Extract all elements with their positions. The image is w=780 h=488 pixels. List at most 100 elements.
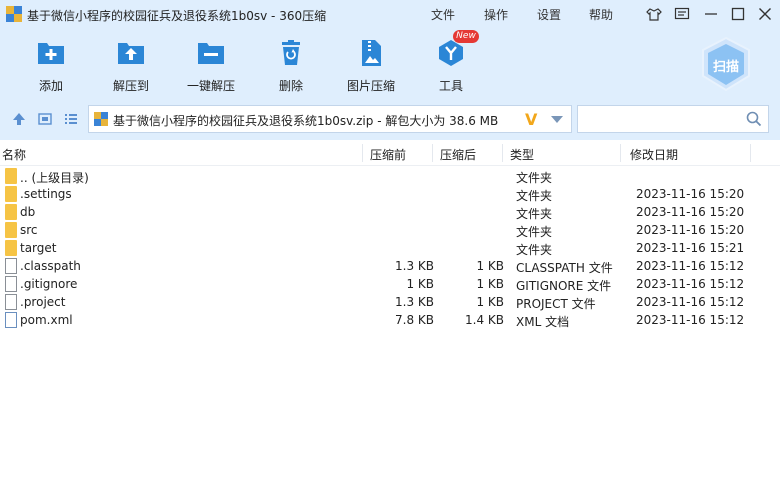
file-modified: 2023-11-16 15:12: [636, 259, 745, 273]
col-packed-size[interactable]: 压缩后: [440, 146, 476, 163]
minimize-icon[interactable]: [702, 5, 720, 23]
file-modified: 2023-11-16 15:21: [636, 241, 745, 255]
file-row[interactable]: .. (上级目录) 文件夹: [0, 167, 780, 185]
vip-v-icon[interactable]: V: [525, 110, 537, 129]
file-type: 文件夹: [516, 225, 553, 239]
file-packed-size: 1 KB: [476, 259, 504, 273]
one-click-extract-icon: [198, 43, 224, 64]
file-compressed-size: 1.3 KB: [395, 259, 434, 273]
file-modified: 2023-11-16 15:12: [636, 277, 745, 291]
app-logo-icon: [6, 6, 22, 22]
file-modified: 2023-11-16 15:20: [636, 223, 745, 237]
menu-help[interactable]: 帮助: [589, 6, 613, 23]
menu-operation[interactable]: 操作: [484, 6, 508, 23]
column-divider[interactable]: [502, 144, 503, 162]
file-type: CLASSPATH 文件: [516, 261, 613, 275]
extract-to-button[interactable]: 解压到: [96, 36, 166, 96]
folder-icon: [5, 204, 17, 220]
file-row[interactable]: src 文件夹 2023-11-16 15:20: [0, 221, 780, 239]
file-row[interactable]: .settings 文件夹 2023-11-16 15:20: [0, 185, 780, 203]
file-modified: 2023-11-16 15:20: [636, 187, 745, 201]
address-bar: 基于微信小程序的校园征兵及退役系统1b0sv.zip - 解包大小为 38.6 …: [0, 100, 780, 140]
close-icon[interactable]: [756, 5, 774, 23]
extract-to-label: 解压到: [112, 79, 149, 93]
file-row[interactable]: .project 1.3 KB 1 KB PROJECT 文件 2023-11-…: [0, 293, 780, 311]
file-name: target: [20, 241, 57, 255]
window-title: 基于微信小程序的校园征兵及退役系统1b0sv - 360压缩: [27, 9, 327, 23]
file-compressed-size: 1.3 KB: [395, 295, 434, 309]
col-type[interactable]: 类型: [510, 146, 534, 163]
one-click-extract-button[interactable]: 一键解压: [176, 36, 246, 96]
file-row[interactable]: pom.xml 7.8 KB 1.4 KB XML 文档 2023-11-16 …: [0, 311, 780, 329]
file-compressed-size: 1 KB: [406, 277, 434, 291]
add-label: 添加: [38, 79, 63, 93]
column-divider[interactable]: [362, 144, 363, 162]
zip-archive-icon: [94, 112, 108, 126]
file-row[interactable]: target 文件夹 2023-11-16 15:21: [0, 239, 780, 257]
file-name: .settings: [20, 187, 72, 201]
skin-icon[interactable]: [645, 5, 663, 23]
file-name: .gitignore: [20, 277, 78, 291]
file-name: .. (上级目录): [20, 171, 89, 185]
path-field[interactable]: 基于微信小程序的校园征兵及退役系统1b0sv.zip - 解包大小为 38.6 …: [88, 105, 572, 133]
path-dropdown-icon[interactable]: [551, 116, 563, 123]
folder-icon: [5, 168, 17, 184]
search-icon[interactable]: [746, 111, 762, 127]
tools-label: 工具: [438, 79, 463, 93]
image-compress-button[interactable]: 图片压缩: [336, 36, 406, 96]
file-type: 文件夹: [516, 189, 553, 203]
file-icon: [5, 294, 17, 310]
add-button[interactable]: 添加: [16, 36, 86, 96]
file-modified: 2023-11-16 15:12: [636, 295, 745, 309]
delete-button[interactable]: 删除: [256, 36, 326, 96]
column-divider[interactable]: [750, 144, 751, 162]
file-row[interactable]: .gitignore 1 KB 1 KB GITIGNORE 文件 2023-1…: [0, 275, 780, 293]
menu-settings[interactable]: 设置: [537, 6, 561, 23]
list-view-icon[interactable]: [64, 112, 78, 126]
column-divider[interactable]: [432, 144, 433, 162]
delete-icon: [282, 40, 300, 65]
search-input[interactable]: [582, 110, 742, 128]
new-badge: New: [453, 30, 479, 43]
file-row[interactable]: .classpath 1.3 KB 1 KB CLASSPATH 文件 2023…: [0, 257, 780, 275]
file-modified: 2023-11-16 15:20: [636, 205, 745, 219]
file-name: .project: [20, 295, 66, 309]
one-click-extract-label: 一键解压: [186, 79, 235, 93]
scan-button[interactable]: 扫描: [700, 36, 752, 92]
maximize-icon[interactable]: [729, 5, 747, 23]
xml-file-icon: [5, 312, 17, 328]
file-type: 文件夹: [516, 243, 553, 257]
file-name: .classpath: [20, 259, 81, 273]
col-compressed-size[interactable]: 压缩前: [370, 146, 406, 163]
menu-file[interactable]: 文件: [431, 6, 455, 23]
title-bar: 基于微信小程序的校园征兵及退役系统1b0sv - 360压缩 文件 操作 设置 …: [0, 0, 780, 28]
delete-label: 删除: [278, 79, 303, 93]
file-type: PROJECT 文件: [516, 297, 596, 311]
thumbnail-view-icon[interactable]: [38, 112, 52, 126]
file-type: XML 文档: [516, 315, 570, 329]
file-modified: 2023-11-16 15:12: [636, 313, 745, 327]
folder-icon: [5, 240, 17, 256]
file-packed-size: 1 KB: [476, 295, 504, 309]
add-icon: [38, 43, 64, 64]
search-box[interactable]: [577, 105, 769, 133]
feedback-icon[interactable]: [673, 5, 691, 23]
col-name[interactable]: 名称: [2, 146, 26, 163]
file-compressed-size: 7.8 KB: [395, 313, 434, 327]
extract-to-icon: [118, 43, 144, 64]
image-compress-icon: [362, 40, 381, 66]
archive-path: 基于微信小程序的校园征兵及退役系统1b0sv.zip - 解包大小为 38.6 …: [113, 114, 499, 128]
file-packed-size: 1 KB: [476, 277, 504, 291]
folder-icon: [5, 186, 17, 202]
tools-button[interactable]: 工具: [416, 36, 486, 96]
column-divider[interactable]: [620, 144, 621, 162]
up-arrow-icon[interactable]: [12, 112, 26, 126]
file-row[interactable]: db 文件夹 2023-11-16 15:20: [0, 203, 780, 221]
file-type: GITIGNORE 文件: [516, 279, 612, 293]
col-modified[interactable]: 修改日期: [630, 146, 678, 163]
file-name: src: [20, 223, 38, 237]
file-type: 文件夹: [516, 207, 553, 221]
file-icon: [5, 276, 17, 292]
file-type: 文件夹: [516, 171, 553, 185]
file-icon: [5, 258, 17, 274]
